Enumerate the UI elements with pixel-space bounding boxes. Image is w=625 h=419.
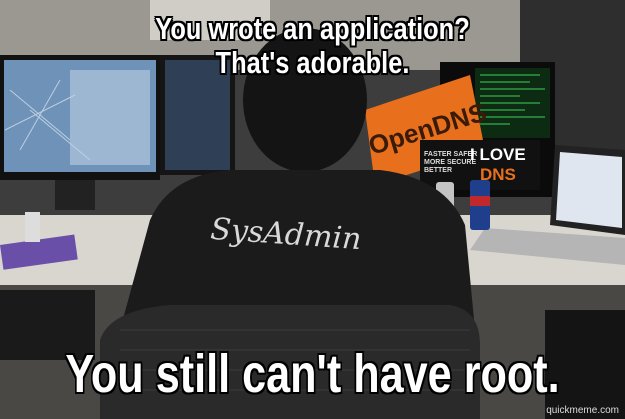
left-monitor-stand [55, 180, 95, 210]
poster-tagline-2: MORE SECURE [424, 159, 476, 166]
bottom-caption: You still can't have root. [65, 344, 560, 404]
cup [25, 212, 40, 242]
top-caption: You wrote an application? That's adorabl… [56, 12, 569, 80]
watermark: quickmeme.com [546, 405, 619, 416]
poster-tagline-3: BETTER [424, 167, 452, 174]
top-caption-line-1: You wrote an application? [155, 11, 470, 46]
meme-image: OpenDNS FASTER SAFER MORE SECURE BETTER … [0, 0, 625, 419]
top-caption-line-2: That's adorable. [215, 45, 410, 80]
left-monitor-panel [70, 70, 150, 165]
poster-love: I LOVE [470, 145, 526, 164]
